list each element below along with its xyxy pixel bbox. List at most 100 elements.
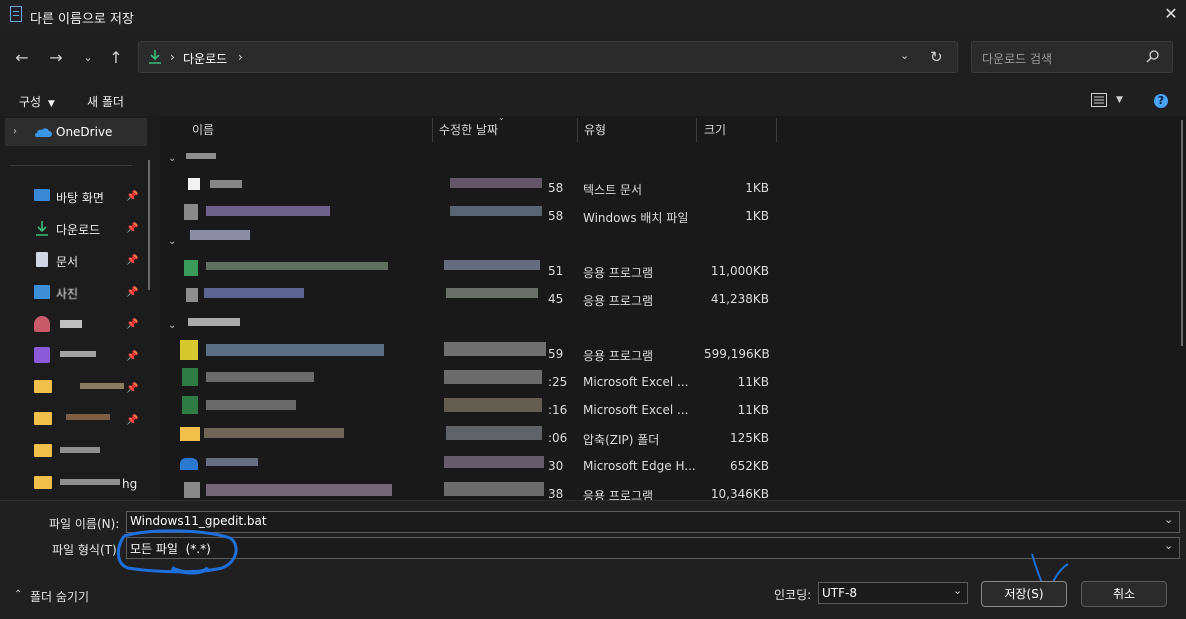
hide-folders-chevron-icon[interactable]: ⌃ [14, 589, 22, 600]
sidebar-label-onedrive: OneDrive [56, 125, 113, 139]
file-list-scrollbar[interactable] [1181, 120, 1183, 346]
file-size: 11KB [737, 403, 769, 417]
expand-chevron-icon[interactable]: › [13, 126, 17, 137]
pin-icon[interactable]: 📌 [126, 319, 138, 330]
column-header-date[interactable]: 수정한 날짜 [439, 121, 498, 138]
pin-icon[interactable]: 📌 [126, 287, 138, 298]
sidebar-item-desktop[interactable]: 바탕 화면 [56, 189, 104, 206]
date-tail: 58 [548, 181, 564, 195]
column-header-name[interactable]: 이름 [192, 121, 214, 138]
file-type: 응용 프로그램 [583, 349, 654, 363]
redacted-label [60, 479, 120, 485]
file-icon [188, 178, 200, 190]
download-icon [34, 220, 50, 236]
pin-icon[interactable]: 📌 [126, 223, 138, 234]
filetype-dropdown-chevron-icon[interactable]: ⌄ [1164, 539, 1173, 552]
redacted-date [444, 398, 542, 412]
excel-file-icon [182, 368, 198, 386]
redacted-label [66, 414, 110, 420]
folder-icon [34, 476, 52, 489]
group-collapse-chevron-icon[interactable]: ⌄ [168, 236, 176, 247]
column-header-type[interactable]: 유형 [584, 121, 606, 138]
date-tail: :06 [548, 431, 568, 445]
save-button[interactable]: 저장(S) [981, 581, 1067, 607]
organize-button[interactable]: 구성 ▼ [19, 93, 55, 110]
pictures-icon [34, 285, 50, 299]
forward-arrow-icon[interactable]: → [44, 46, 68, 70]
search-icon[interactable] [1146, 49, 1160, 63]
redacted-label [60, 320, 82, 328]
redacted-group-label [190, 230, 250, 240]
help-icon[interactable]: ? [1154, 94, 1168, 108]
close-button[interactable]: ✕ [1162, 5, 1180, 23]
sidebar-item-pictures[interactable]: 사진 [56, 285, 78, 302]
excel-file-icon [182, 396, 198, 414]
file-type: Microsoft Excel ... [583, 375, 689, 389]
encoding-value: UTF-8 [822, 586, 857, 600]
group-collapse-chevron-icon[interactable]: ⌄ [168, 153, 176, 164]
sidebar-item-downloads[interactable]: 다운로드 [56, 221, 100, 238]
recent-chevron-down-icon[interactable]: ⌄ [76, 46, 100, 70]
sidebar-scrollbar[interactable] [148, 160, 150, 290]
column-divider[interactable] [776, 118, 777, 142]
folder-icon [34, 412, 52, 425]
filetype-label: 파일 형식(T): [52, 543, 121, 557]
redacted-filename [204, 288, 304, 298]
redacted-label [60, 351, 96, 357]
folder-icon [34, 380, 52, 393]
search-placeholder: 다운로드 검색 [982, 52, 1053, 66]
redacted-filename [206, 458, 258, 466]
cancel-button[interactable]: 취소 [1081, 581, 1167, 607]
hide-folders-button[interactable]: 폴더 숨기기 [30, 588, 89, 605]
new-folder-button[interactable]: 새 폴더 [87, 93, 124, 110]
pin-icon[interactable]: 📌 [126, 383, 138, 394]
edge-file-icon [180, 458, 198, 470]
redacted-filename [206, 372, 314, 382]
column-divider[interactable] [432, 118, 433, 142]
breadcrumb-separator[interactable]: › [238, 50, 243, 64]
filetype-select[interactable] [126, 537, 1180, 559]
file-size: 10,346KB [710, 487, 769, 501]
refresh-icon[interactable]: ↻ [930, 48, 943, 66]
address-bar[interactable] [138, 41, 958, 73]
app-icon [186, 288, 198, 302]
up-arrow-icon[interactable]: ↑ [104, 46, 128, 70]
annotation-circle [117, 529, 238, 575]
encoding-dropdown-chevron-icon[interactable]: ⌄ [953, 584, 962, 597]
date-tail: 30 [548, 459, 564, 473]
redacted-group-label [186, 153, 216, 159]
file-size: 599,196KB [704, 347, 770, 361]
pin-icon[interactable]: 📌 [126, 351, 138, 362]
redacted-date [450, 178, 542, 188]
back-arrow-icon[interactable]: ← [10, 46, 34, 70]
notepad-icon [10, 6, 22, 22]
date-tail: :16 [548, 403, 568, 417]
batch-file-icon [184, 204, 198, 220]
pin-icon[interactable]: 📌 [126, 255, 138, 266]
column-header-size[interactable]: 크기 [704, 121, 726, 138]
redacted-filename [206, 344, 384, 356]
pin-icon[interactable]: 📌 [126, 415, 138, 426]
redacted-date [444, 260, 540, 270]
view-dropdown-icon[interactable]: ▼ [1116, 95, 1123, 105]
file-type: 응용 프로그램 [583, 294, 654, 308]
breadcrumb-downloads[interactable]: 다운로드 [183, 50, 227, 67]
column-divider[interactable] [577, 118, 578, 142]
redacted-filename [210, 180, 242, 188]
desktop-icon [34, 189, 50, 201]
date-tail: 59 [548, 347, 564, 361]
address-history-chevron-icon[interactable]: ⌄ [900, 49, 909, 62]
sidebar-divider [10, 165, 132, 166]
filename-dropdown-chevron-icon[interactable]: ⌄ [1164, 513, 1173, 526]
pin-icon[interactable]: 📌 [126, 191, 138, 202]
column-divider[interactable] [696, 118, 697, 142]
filename-input[interactable] [126, 511, 1180, 533]
organize-dropdown-icon: ▼ [47, 99, 55, 109]
sidebar-item-documents[interactable]: 문서 [56, 253, 78, 270]
file-type: Microsoft Edge H... [583, 459, 696, 473]
group-collapse-chevron-icon[interactable]: ⌄ [168, 320, 176, 331]
filename-value: Windows11_gpedit.bat [130, 514, 267, 528]
view-list-icon[interactable] [1091, 93, 1107, 107]
download-icon [148, 49, 162, 65]
redacted-group-label [188, 318, 240, 326]
